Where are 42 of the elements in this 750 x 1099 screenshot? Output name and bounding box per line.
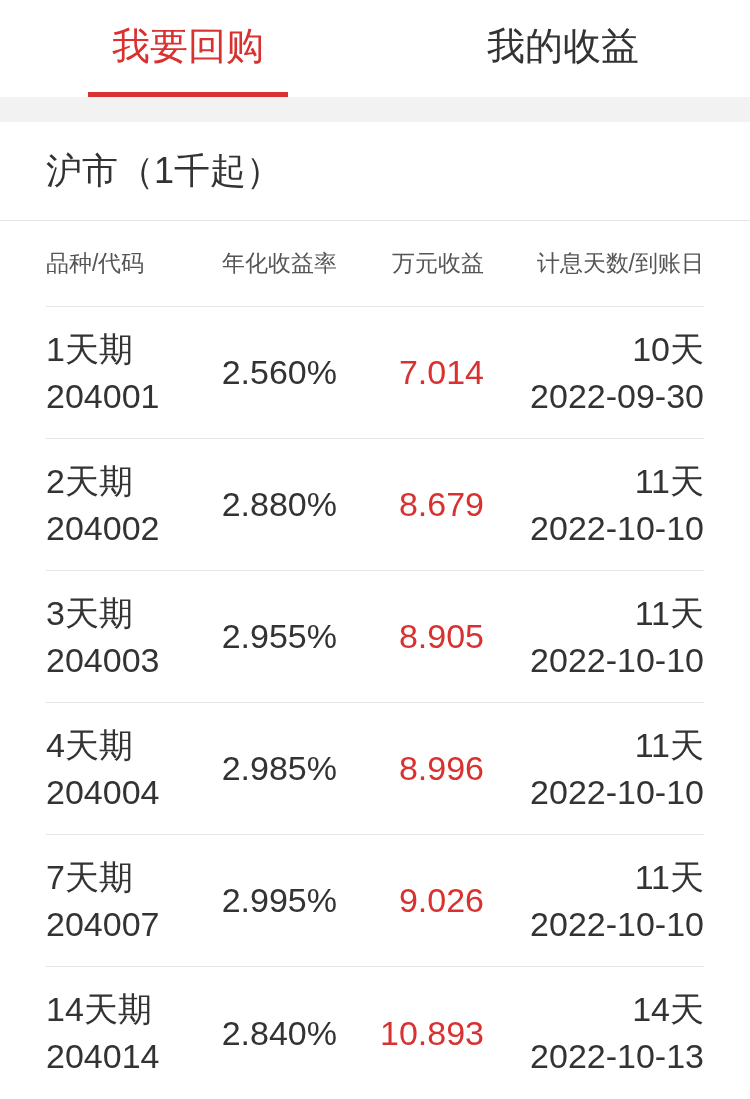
tab[interactable]: 我的收益 — [462, 0, 663, 97]
yield-per-10k: 10.893 — [380, 1012, 484, 1054]
interest-days: 11天 — [634, 721, 704, 769]
column-header: 万元收益 — [392, 249, 484, 279]
product-code: 204007 — [46, 903, 160, 945]
settlement-date: 2022-10-10 — [530, 507, 704, 549]
product-name: 4天期 — [46, 724, 133, 766]
settlement-date: 2022-10-10 — [530, 771, 704, 813]
product-name: 7天期 — [46, 856, 133, 898]
annual-rate: 2.955% — [221, 616, 337, 657]
settlement-date: 2022-10-10 — [530, 903, 704, 945]
yield-per-10k: 9.026 — [398, 880, 484, 921]
product-name: 1天期 — [46, 328, 133, 370]
annual-rate: 2.560% — [221, 352, 337, 393]
product-code: 204002 — [46, 507, 160, 549]
column-header: 计息天数/到账日 — [536, 249, 704, 279]
interest-days: 11天 — [634, 457, 704, 505]
yield-per-10k: 8.679 — [398, 484, 484, 525]
product-code: 204004 — [46, 771, 160, 813]
annual-rate: 2.840% — [221, 1012, 337, 1054]
yield-per-10k: 8.905 — [398, 616, 484, 657]
annual-rate: 2.880% — [221, 484, 337, 525]
settlement-date: 2022-09-30 — [530, 375, 704, 417]
interest-days: 11天 — [634, 853, 704, 901]
interest-days: 14天 — [632, 986, 704, 1033]
product-name: 3天期 — [46, 592, 133, 634]
interest-days: 10天 — [632, 325, 704, 373]
yield-per-10k: 8.996 — [398, 748, 484, 789]
settlement-date: 2022-10-13 — [530, 1036, 704, 1077]
interest-days: 11天 — [634, 589, 704, 637]
column-header: 年化收益率 — [222, 249, 337, 279]
product-name: 2天期 — [46, 460, 133, 502]
annual-rate: 2.995% — [221, 880, 337, 921]
product-code: 204003 — [46, 639, 160, 681]
product-code: 204014 — [46, 1036, 160, 1077]
product-name: 14天期 — [46, 989, 152, 1030]
column-header: 品种/代码 — [46, 249, 145, 279]
annual-rate: 2.985% — [221, 748, 337, 789]
section-title: 沪市（1千起） — [46, 149, 283, 193]
product-code: 204001 — [46, 375, 160, 417]
yield-per-10k: 7.014 — [398, 352, 484, 393]
settlement-date: 2022-10-10 — [530, 639, 704, 681]
